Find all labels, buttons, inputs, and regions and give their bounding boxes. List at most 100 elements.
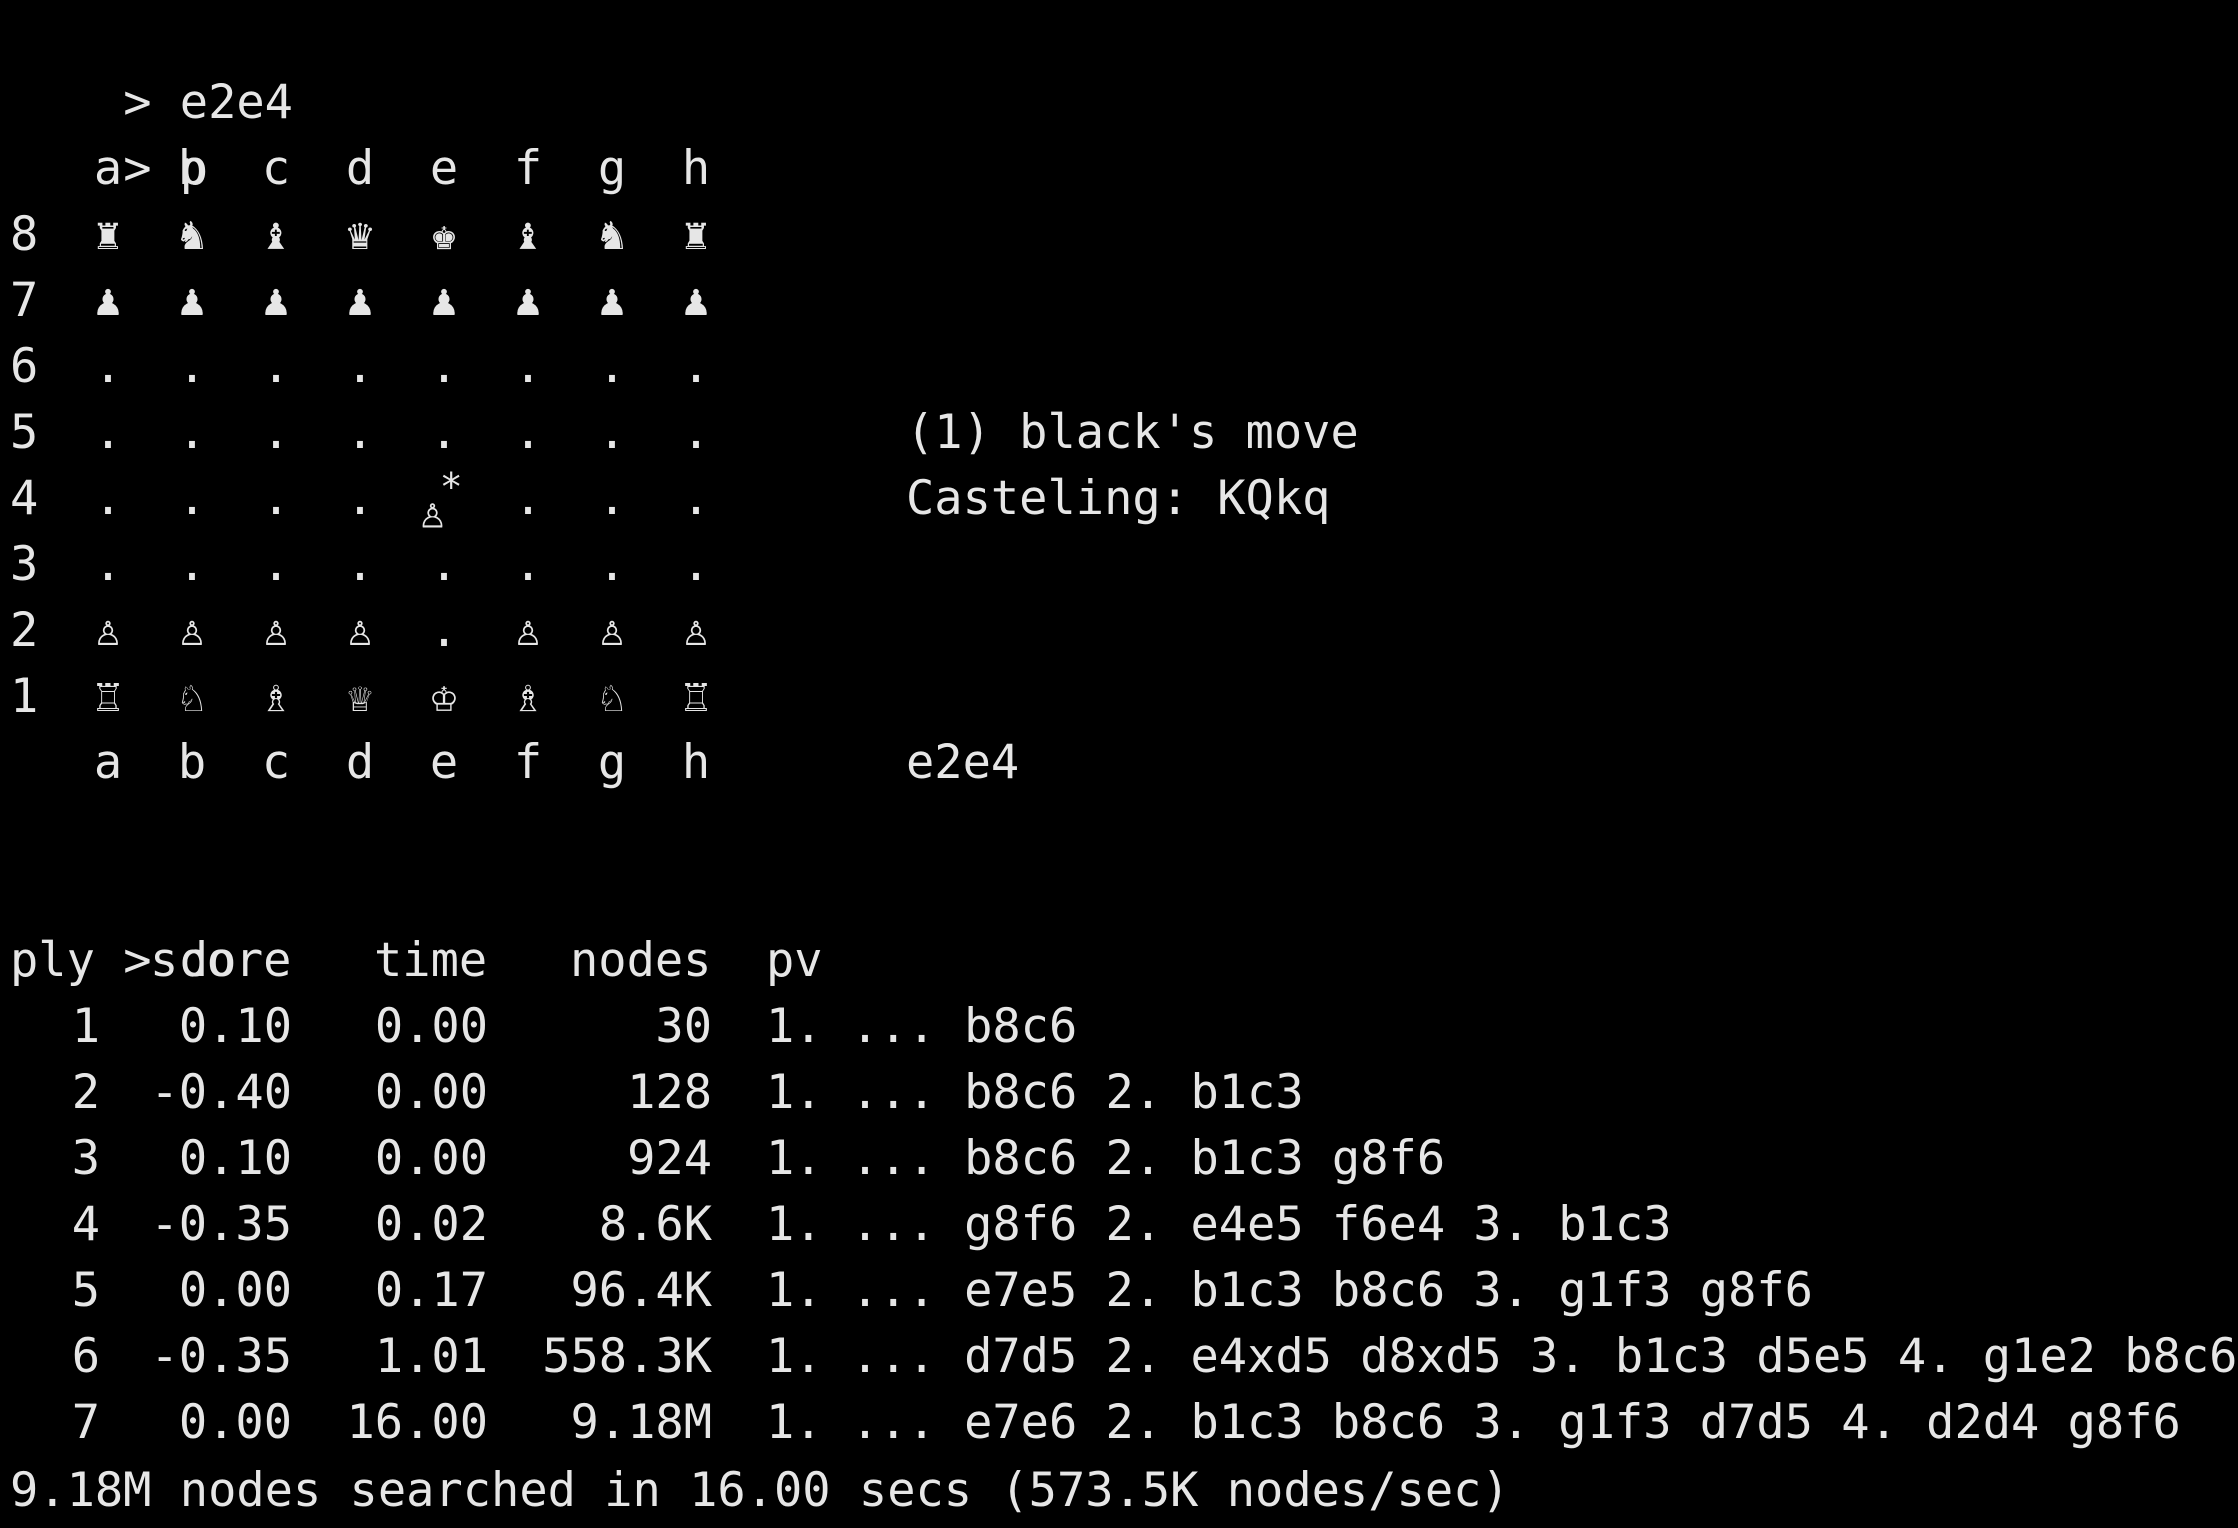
- chess-piece-icon: ♝: [486, 202, 570, 268]
- chess-piece-icon: ♙: [654, 598, 738, 664]
- square-glyph: .: [345, 339, 375, 394]
- header-score: score: [150, 933, 292, 988]
- square-glyph: ♟: [346, 275, 374, 326]
- board-rank-row: 6........: [0, 334, 800, 400]
- empty-square: .: [402, 400, 486, 466]
- chess-piece-icon: ♗: [234, 664, 318, 730]
- file-label: g: [597, 141, 627, 196]
- empty-square: .: [486, 334, 570, 400]
- square-glyph: .: [513, 537, 543, 592]
- square-glyph: ♛: [346, 209, 374, 260]
- square-glyph: ♗: [514, 671, 542, 722]
- castling-rights-text: Casteling: KQkq: [906, 471, 1331, 526]
- file-label: b: [177, 735, 207, 790]
- header-pv: pv: [766, 933, 823, 988]
- table-row: 7 0.00 16.00 9.18M 1. ... e7e6 2. b1c3 b8c6 …: [0, 1390, 2238, 1456]
- square-glyph: .: [93, 405, 123, 460]
- square-glyph: .: [429, 537, 459, 592]
- cell-nodes: 924: [627, 1131, 712, 1186]
- square-glyph: .: [429, 405, 459, 460]
- empty-square: .: [486, 466, 570, 532]
- empty-square: .: [66, 400, 150, 466]
- board-rank-row: 2 ♙ ♙ ♙ ♙. ♙ ♙ ♙: [0, 598, 800, 664]
- file-label: b: [177, 141, 207, 196]
- square-glyph: ♟: [430, 275, 458, 326]
- chess-piece-icon: ♟: [150, 268, 234, 334]
- file-label: d: [345, 735, 375, 790]
- cell-score: 0.00: [178, 1263, 292, 1318]
- empty-square: .: [570, 532, 654, 598]
- square-glyph: .: [177, 405, 207, 460]
- empty-square: .: [486, 532, 570, 598]
- square-glyph: .: [261, 339, 291, 394]
- square-glyph: .: [177, 537, 207, 592]
- empty-square: .: [234, 334, 318, 400]
- chess-piece-icon: ♙: [570, 598, 654, 664]
- table-row: 1 0.10 0.00 30 1. ... b8c6: [0, 994, 2238, 1060]
- empty-square: .: [66, 466, 150, 532]
- empty-square: .: [654, 466, 738, 532]
- chess-piece-icon: ♛: [318, 202, 402, 268]
- board-rank-row: 1 ♖ ♘ ♗ ♕ ♔ ♗ ♘ ♖: [0, 664, 800, 730]
- cell-score: -0.35: [150, 1329, 292, 1384]
- rank-label: 5: [10, 405, 39, 460]
- header-ply: ply: [10, 933, 95, 988]
- cell-pv: 1. ... e7e5 2. b1c3 b8c6 3. g1f3 g8f6: [766, 1263, 1813, 1318]
- empty-square: .: [486, 400, 570, 466]
- terminal-window[interactable]: > e2e4 > p a b c d e f g h 8 ♜ ♞ ♝ ♛ ♚ ♝ ♞ ♜ 7 ♟ ♟ ♟ ♟ ♟ ♟ ♟ ♟ 6..…: [0, 0, 2238, 1528]
- square-glyph: ♙: [598, 605, 626, 656]
- rank-label: 2: [10, 603, 39, 658]
- empty-square: .: [150, 400, 234, 466]
- status-move-text: (1) black's move: [906, 405, 1359, 460]
- empty-square: .: [402, 334, 486, 400]
- empty-square: .: [66, 532, 150, 598]
- cell-pv: 1. ... b8c6: [766, 999, 1078, 1054]
- board-rank-row: 7 ♟ ♟ ♟ ♟ ♟ ♟ ♟ ♟: [0, 268, 800, 334]
- file-label: e: [429, 735, 459, 790]
- cell-time: 0.00: [374, 1065, 488, 1120]
- file-label: e: [429, 141, 459, 196]
- cell-pv: 1. ... b8c6 2. b1c3 g8f6: [766, 1131, 1446, 1186]
- command-line: > p: [10, 70, 208, 196]
- chess-piece-icon: ♜: [654, 202, 738, 268]
- empty-square: .: [318, 400, 402, 466]
- empty-square: .: [234, 400, 318, 466]
- square-glyph: ♝: [262, 209, 290, 260]
- square-glyph: .: [261, 537, 291, 592]
- chess-piece-icon: ♙: [66, 598, 150, 664]
- square-glyph: ♙: [262, 605, 290, 656]
- last-move-marker: *: [439, 465, 463, 509]
- chess-piece-icon: ♚: [402, 202, 486, 268]
- table-row: 4 -0.35 0.02 8.6K 1. ... g8f6 2. e4e5 f6e4 3…: [0, 1192, 2238, 1258]
- square-glyph: .: [681, 405, 711, 460]
- chess-piece-icon: ♘: [570, 664, 654, 730]
- empty-square: .: [402, 532, 486, 598]
- square-glyph: .: [681, 537, 711, 592]
- cell-nodes: 8.6K: [598, 1197, 712, 1252]
- cell-ply: 5: [71, 1263, 100, 1318]
- cell-time: 0.02: [374, 1197, 488, 1252]
- chess-piece-icon: ♙: [234, 598, 318, 664]
- cell-time: 1.01: [374, 1329, 488, 1384]
- square-glyph: ♙: [346, 605, 374, 656]
- square-glyph: ♟: [262, 275, 290, 326]
- square-glyph: .: [429, 339, 459, 394]
- square-glyph: .: [597, 471, 627, 526]
- cell-ply: 3: [71, 1131, 100, 1186]
- empty-square: .: [318, 334, 402, 400]
- chess-piece-icon: ♟: [486, 268, 570, 334]
- header-time: time: [374, 933, 488, 988]
- cell-ply: 7: [71, 1395, 100, 1450]
- cell-score: 0.00: [178, 1395, 292, 1450]
- cell-score: 0.10: [178, 999, 292, 1054]
- square-glyph: ♚: [430, 209, 458, 260]
- square-glyph: .: [681, 339, 711, 394]
- search-summary: 9.18M nodes searched in 16.00 secs (573.…: [10, 1463, 1510, 1518]
- chess-piece-icon: ♙: [150, 598, 234, 664]
- square-glyph: .: [177, 339, 207, 394]
- square-glyph: ♙: [178, 605, 206, 656]
- cell-nodes: 128: [627, 1065, 712, 1120]
- empty-square: .: [318, 466, 402, 532]
- square-glyph: .: [93, 471, 123, 526]
- square-glyph: .: [597, 537, 627, 592]
